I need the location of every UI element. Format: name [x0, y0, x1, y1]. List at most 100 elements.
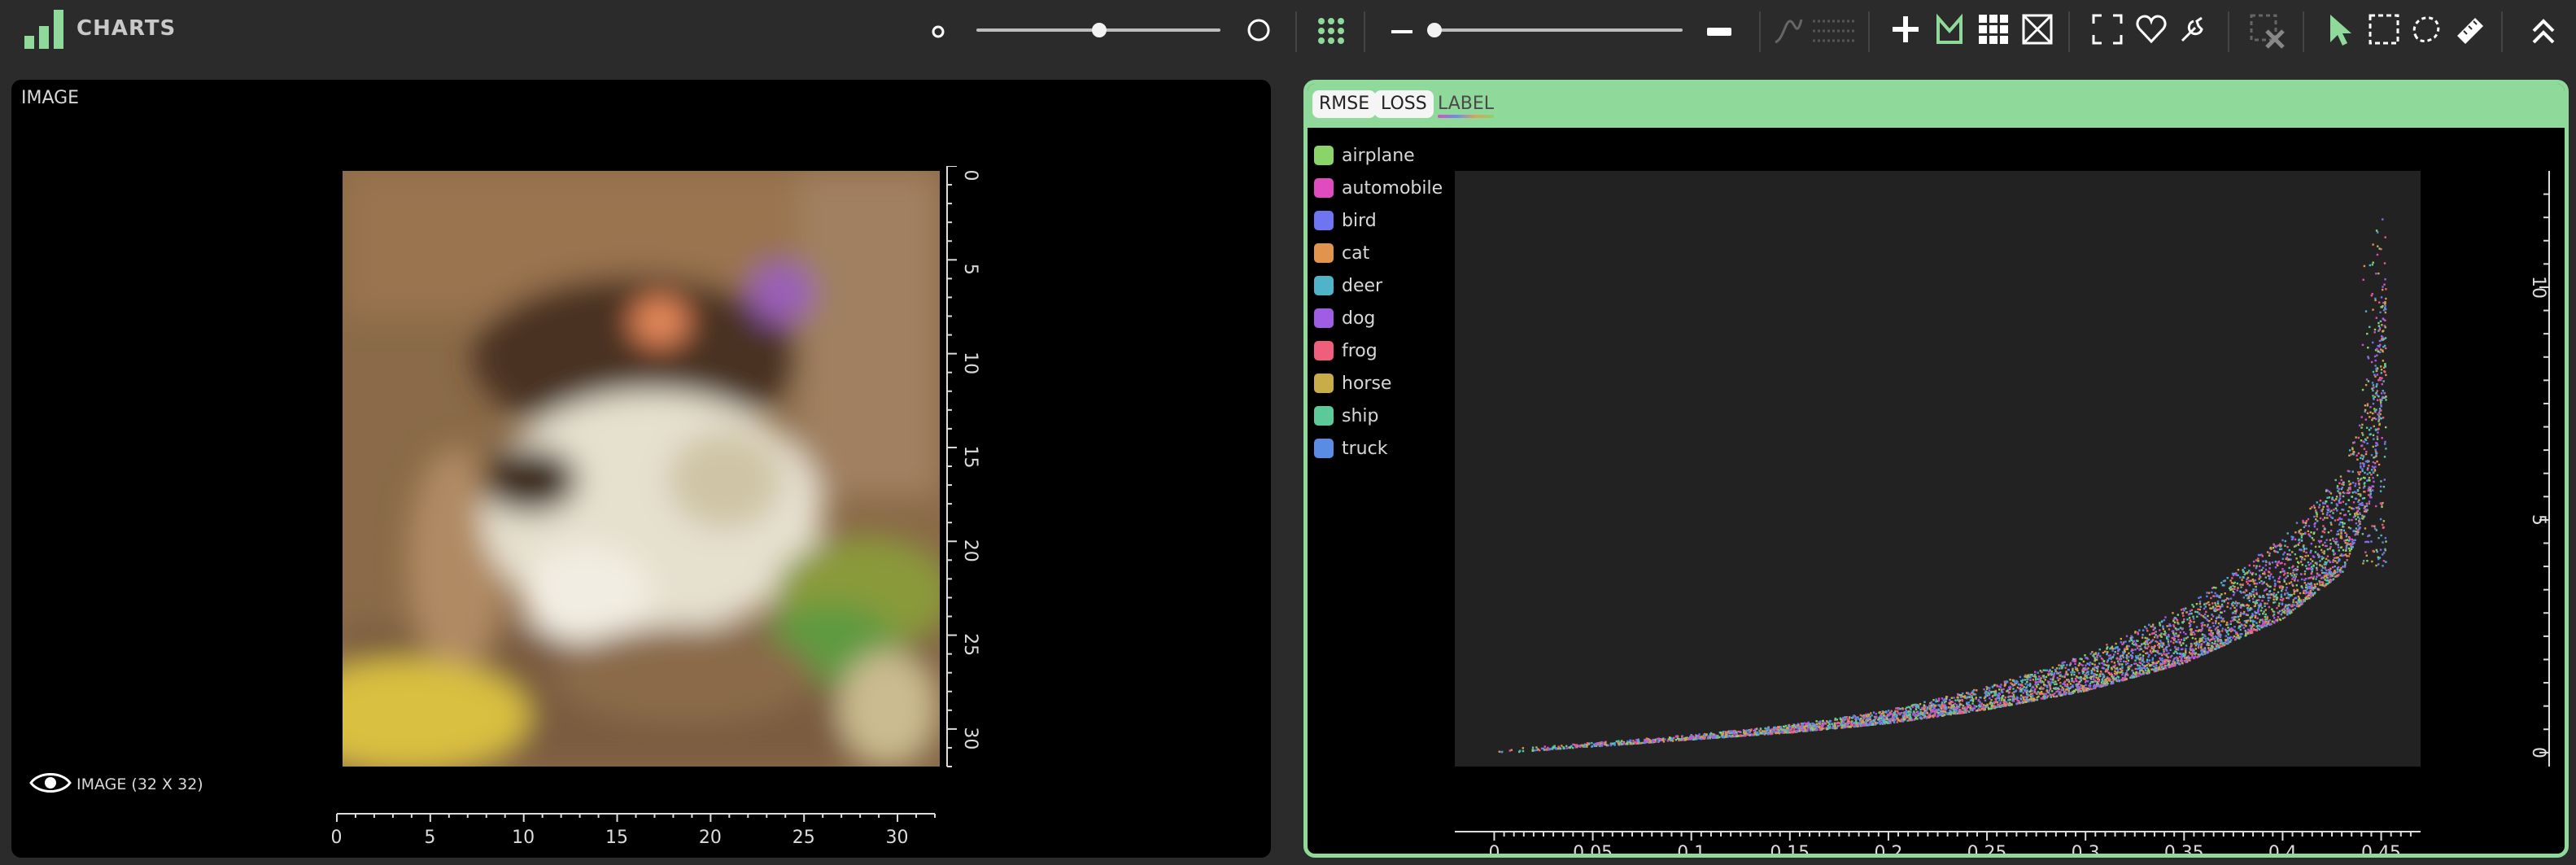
- scatter-point: [1569, 746, 1571, 749]
- scatter-point: [2315, 518, 2317, 521]
- scatter-point: [2054, 668, 2057, 671]
- selection-chart-icon[interactable]: [1933, 13, 1966, 46]
- scatter-point: [1885, 710, 1888, 714]
- scatter-point: [1753, 729, 1755, 732]
- scatter-point: [2250, 579, 2252, 582]
- scatter-point: [2290, 558, 2292, 561]
- scatter-point: [2211, 605, 2215, 608]
- scatter-point: [2300, 573, 2303, 575]
- scatter-point: [2190, 609, 2194, 611]
- scatter-point: [1813, 725, 1816, 728]
- plus-icon[interactable]: [1889, 13, 1922, 46]
- collapse-icon[interactable]: [2527, 15, 2560, 47]
- curve-icon[interactable]: [1772, 15, 1805, 47]
- dotted-grid-icon[interactable]: [1811, 15, 1857, 47]
- scatter-point: [2151, 632, 2154, 635]
- eye-icon[interactable]: [29, 768, 72, 797]
- scatter-point: [2190, 628, 2193, 631]
- slider-thumb[interactable]: [1427, 23, 1442, 37]
- scatter-point: [2291, 578, 2294, 580]
- large-minus-icon[interactable]: [1705, 20, 1733, 44]
- scatter-point: [2380, 372, 2383, 374]
- scatter-point: [2311, 570, 2313, 573]
- scatter-point: [2139, 653, 2142, 656]
- ruler-icon[interactable]: [2454, 13, 2486, 46]
- scatter-point: [2168, 633, 2170, 636]
- scatter-point: [2325, 561, 2328, 564]
- scatter-point: [2326, 517, 2329, 519]
- scatter-point: [2218, 614, 2220, 617]
- scatter-point: [2239, 628, 2242, 631]
- scatter-point: [2163, 618, 2166, 622]
- scatter-point: [2323, 531, 2326, 534]
- box-x-icon[interactable]: [2021, 13, 2054, 46]
- scatter-point: [2187, 659, 2190, 662]
- scatter-point: [2369, 488, 2372, 491]
- scatter-point: [2286, 592, 2289, 594]
- scatter-point: [2352, 516, 2356, 518]
- wrench-icon[interactable]: [2177, 13, 2210, 46]
- scatter-chart[interactable]: 0 0.05 0.1 0.15 0.2 0.25 0.3 0.35 0.4 0.45 0510: [1308, 84, 2565, 854]
- scatter-point: [2257, 608, 2259, 611]
- scatter-point: [1974, 693, 1977, 696]
- pointer-icon[interactable]: [2324, 11, 2356, 47]
- cifar-image: [343, 171, 940, 767]
- scatter-point: [1945, 697, 1948, 700]
- scatter-point: [1805, 723, 1807, 725]
- scatter-point: [2309, 596, 2312, 598]
- lasso-icon[interactable]: [2410, 13, 2443, 46]
- scatter-point: [2314, 545, 2317, 548]
- scatter-point: [2313, 506, 2316, 509]
- scatter-point: [2051, 666, 2054, 669]
- scatter-point: [1586, 743, 1588, 746]
- minus-icon[interactable]: [1390, 21, 1414, 42]
- scatter-point: [2123, 649, 2126, 652]
- scatter-point: [1583, 744, 1586, 747]
- scatter-point: [2009, 695, 2012, 697]
- scatter-point: [2050, 671, 2053, 673]
- grid-icon[interactable]: [1977, 13, 2010, 46]
- point-size-slider[interactable]: [976, 23, 1220, 37]
- scatter-point: [2359, 522, 2361, 526]
- scatter-point: [2029, 695, 2032, 698]
- scatter-point: [2384, 347, 2387, 350]
- scatter-point: [1961, 695, 1964, 698]
- scatter-point: [2324, 566, 2326, 569]
- scatter-point: [2259, 575, 2261, 579]
- expand-icon[interactable]: [2091, 13, 2124, 46]
- clear-selection-icon[interactable]: [2249, 13, 2286, 50]
- scatter-point: [2182, 653, 2185, 655]
- scatter-point: [2280, 544, 2282, 547]
- scatter-point: [2379, 348, 2382, 351]
- opacity-slider[interactable]: [1427, 23, 1683, 37]
- scatter-point: [2335, 498, 2338, 500]
- rect-select-icon[interactable]: [2368, 13, 2400, 46]
- scatter-point: [2074, 657, 2077, 661]
- heart-icon[interactable]: [2135, 13, 2168, 46]
- scatter-point: [2382, 286, 2384, 288]
- scatter-point: [2175, 632, 2177, 635]
- scatter-point: [2343, 522, 2346, 525]
- scatter-point: [2242, 604, 2245, 607]
- scatter-point: [2179, 631, 2181, 634]
- scatter-point: [2022, 696, 2024, 698]
- scatter-point: [2181, 612, 2184, 614]
- scatter-point: [2063, 675, 2066, 679]
- scatter-point: [2360, 439, 2363, 442]
- dot-grid-icon[interactable]: [1316, 16, 1346, 46]
- scatter-point: [1980, 704, 1983, 707]
- slider-thumb[interactable]: [1092, 23, 1107, 37]
- scatter-point: [1586, 745, 1588, 748]
- scatter-point: [2124, 660, 2127, 663]
- scatter-point: [2205, 610, 2207, 614]
- scatter-point: [2198, 596, 2200, 600]
- scatter-point: [2177, 635, 2180, 637]
- scatter-point: [2211, 647, 2213, 649]
- scatter-point: [2260, 625, 2264, 627]
- scatter-point: [2332, 559, 2335, 561]
- scatter-point: [2020, 679, 2023, 682]
- scatter-point: [2272, 614, 2275, 617]
- scatter-point: [2243, 591, 2246, 594]
- scatter-point: [2216, 626, 2220, 628]
- scatter-point: [2334, 499, 2336, 502]
